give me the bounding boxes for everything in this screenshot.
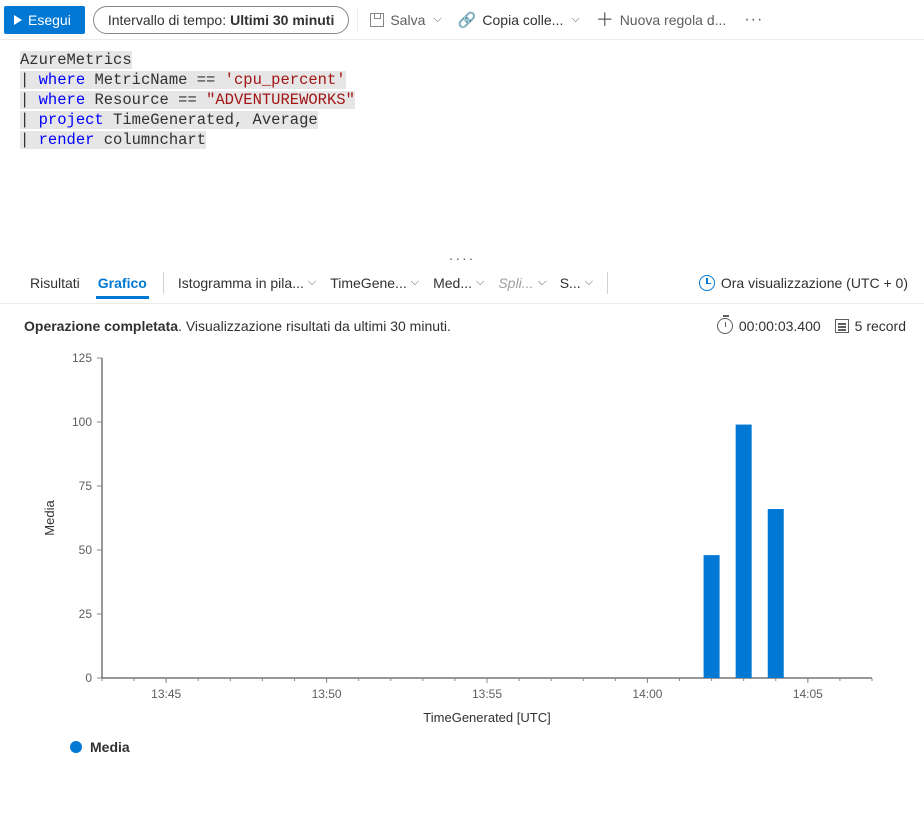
new-rule-label: Nuova regola d...	[620, 12, 727, 28]
svg-text:50: 50	[79, 543, 93, 557]
run-button[interactable]: Esegui	[4, 6, 85, 34]
svg-text:13:55: 13:55	[472, 687, 502, 701]
save-button[interactable]: Salva ⌵	[366, 12, 445, 28]
query-editor[interactable]: AzureMetrics | where MetricName == 'cpu_…	[0, 40, 924, 250]
play-icon	[14, 15, 22, 25]
chevron-down-icon: ⌵	[433, 13, 441, 26]
split-dropdown[interactable]: Spli...⌵	[498, 275, 545, 291]
copy-link-button[interactable]: 🔗 Copia colle... ⌵	[454, 11, 584, 29]
separator	[163, 272, 164, 294]
separator	[607, 272, 608, 294]
chevron-down-icon: ⌵	[308, 276, 316, 289]
run-label: Esegui	[28, 12, 71, 28]
time-range-value: Ultimi 30 minuti	[230, 12, 334, 28]
svg-text:25: 25	[79, 607, 93, 621]
query-duration: 00:00:03.400	[717, 318, 821, 334]
result-tabs: Risultati Grafico Istogramma in pila...⌵…	[0, 262, 924, 304]
copy-label: Copia colle...	[482, 12, 563, 28]
chevron-down-icon: ⌵	[585, 276, 593, 289]
svg-text:Media: Media	[42, 500, 57, 536]
plus-icon: ＋	[596, 11, 614, 29]
list-icon	[835, 319, 849, 333]
save-icon	[370, 13, 384, 27]
more-button[interactable]: ···	[738, 11, 769, 29]
legend-label: Media	[90, 739, 130, 755]
new-rule-button[interactable]: ＋ Nuova regola d...	[592, 11, 731, 29]
svg-text:13:45: 13:45	[151, 687, 181, 701]
svg-text:13:50: 13:50	[312, 687, 342, 701]
chevron-down-icon: ⌵	[476, 276, 484, 289]
chevron-down-icon: ⌵	[411, 276, 419, 289]
save-label: Salva	[390, 12, 425, 28]
time-range-prefix: Intervallo di tempo:	[108, 12, 226, 28]
link-icon: 🔗	[458, 11, 477, 29]
svg-text:75: 75	[79, 479, 93, 493]
aggregation-dropdown[interactable]: S...⌵	[560, 275, 593, 291]
tab-results[interactable]: Risultati	[28, 267, 82, 299]
status-text: Operazione completata. Visualizzazione r…	[24, 318, 703, 334]
chevron-down-icon: ⌵	[571, 13, 579, 26]
pane-splitter[interactable]: ····	[0, 250, 924, 262]
tab-chart[interactable]: Grafico	[96, 267, 149, 299]
chevron-down-icon: ⌵	[537, 276, 545, 289]
time-range-pill[interactable]: Intervallo di tempo: Ultimi 30 minuti	[93, 6, 350, 34]
query-line: AzureMetrics	[20, 51, 132, 69]
status-bar: Operazione completata. Visualizzazione r…	[0, 304, 924, 348]
y-axis-dropdown[interactable]: Med...⌵	[433, 275, 484, 291]
svg-text:125: 125	[72, 351, 92, 365]
svg-text:100: 100	[72, 415, 92, 429]
separator	[357, 8, 358, 32]
chart-legend: Media	[30, 731, 894, 755]
chart-area: 0 25 50 75 100 125 13:45 13:50 13:55 14:00 14:05 Me…	[0, 348, 924, 765]
stopwatch-icon	[717, 318, 733, 334]
svg-text:14:05: 14:05	[793, 687, 823, 701]
chart-type-dropdown[interactable]: Istogramma in pila...⌵	[178, 275, 316, 291]
svg-text:0: 0	[85, 671, 92, 685]
toolbar: Esegui Intervallo di tempo: Ultimi 30 mi…	[0, 0, 924, 40]
svg-text:TimeGenerated [UTC]: TimeGenerated [UTC]	[423, 710, 550, 725]
column-chart: 0 25 50 75 100 125 13:45 13:50 13:55 14:00 14:05 Me…	[30, 348, 894, 728]
legend-marker	[70, 741, 82, 753]
x-axis-dropdown[interactable]: TimeGene...⌵	[330, 275, 419, 291]
record-count: 5 record	[835, 318, 906, 334]
clock-icon	[699, 275, 715, 291]
time-display-dropdown[interactable]: Ora visualizzazione (UTC + 0)	[699, 275, 908, 291]
svg-text:14:00: 14:00	[632, 687, 662, 701]
